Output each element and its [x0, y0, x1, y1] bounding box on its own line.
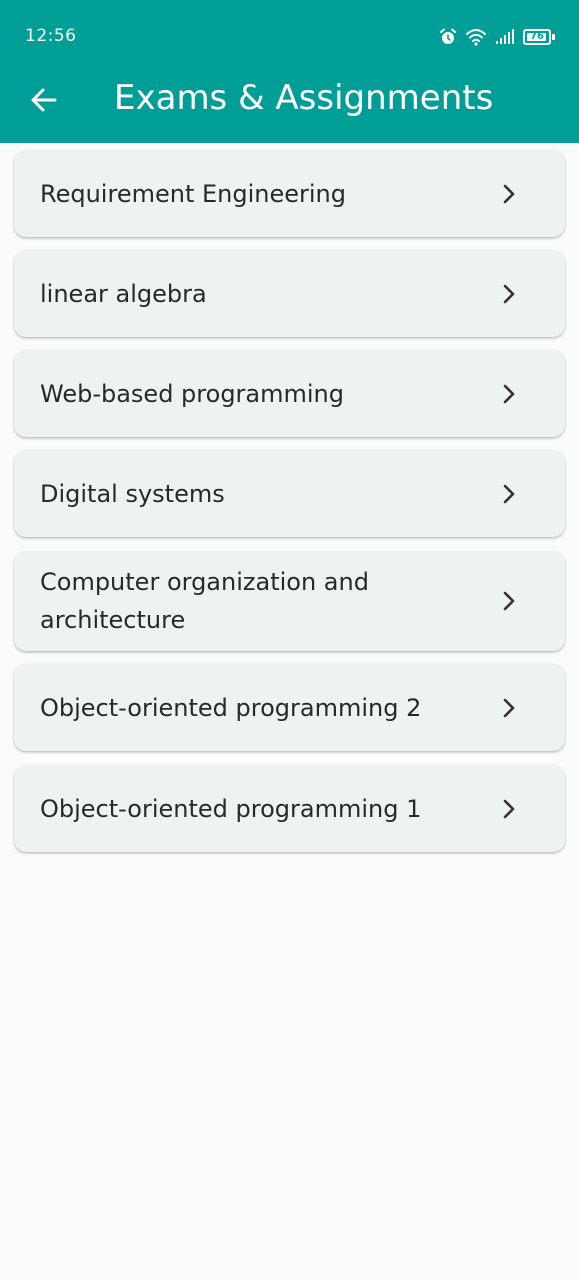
- chevron-right-icon: [503, 384, 515, 403]
- subject-label: Computer organization and architecture: [40, 568, 369, 634]
- signal-icon: [495, 29, 515, 45]
- subject-item-requirement-engineering[interactable]: Requirement Engineering: [14, 150, 565, 237]
- chevron-right-icon: [503, 484, 515, 503]
- subject-item-digital-systems[interactable]: Digital systems: [14, 450, 565, 537]
- subject-item-oop-1[interactable]: Object-oriented programming 1: [14, 765, 565, 852]
- chevron-right-icon: [503, 284, 515, 303]
- page-title: Exams & Assignments: [114, 78, 494, 118]
- battery-level: 76: [530, 31, 544, 42]
- arrow-left-icon: [31, 88, 57, 112]
- subject-label: Object-oriented programming 2: [40, 693, 422, 722]
- back-button[interactable]: [22, 78, 66, 122]
- wifi-icon: [465, 28, 487, 46]
- subject-item-oop-2[interactable]: Object-oriented programming 2: [14, 664, 565, 751]
- status-icons: 76: [439, 26, 555, 48]
- chevron-right-icon: [503, 799, 515, 818]
- subject-item-web-based-programming[interactable]: Web-based programming: [14, 350, 565, 437]
- status-time: 12:56: [25, 26, 77, 46]
- subject-label: Object-oriented programming 1: [40, 794, 422, 823]
- subject-item-linear-algebra[interactable]: linear algebra: [14, 250, 565, 337]
- subject-label: Digital systems: [40, 479, 225, 508]
- subject-label: Web-based programming: [40, 379, 344, 408]
- subject-label: Requirement Engineering: [40, 179, 346, 208]
- status-bar: 12:56 76: [0, 0, 579, 72]
- chevron-right-icon: [503, 591, 515, 611]
- subject-item-computer-organization[interactable]: Computer organization and architecture: [14, 551, 565, 651]
- battery-icon: 76: [523, 29, 555, 45]
- chevron-right-icon: [503, 184, 515, 203]
- subject-label: linear algebra: [40, 279, 207, 308]
- chevron-right-icon: [503, 698, 515, 717]
- app-bar: 12:56 76 Exams & Assignments: [0, 0, 579, 143]
- alarm-icon: [439, 28, 457, 46]
